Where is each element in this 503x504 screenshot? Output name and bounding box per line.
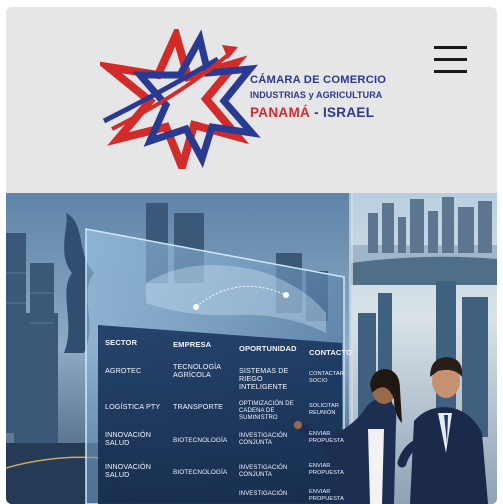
board-cell-contact: CONTACTAR SOCIO bbox=[309, 371, 344, 384]
board-cell-sector: AGROTEC bbox=[105, 366, 142, 375]
board-cell-contact: ENVIAR PROPUESTA bbox=[309, 463, 344, 476]
board-cell-contact: ENVIAR PROPUESTA bbox=[309, 431, 344, 444]
board-cell-sector: LOGÍSTICA PTY bbox=[105, 402, 161, 411]
logo-star-blue bbox=[132, 29, 261, 169]
hamburger-menu-icon[interactable] bbox=[429, 40, 469, 80]
board-cell-sector: INNOVACIÓN SALUD bbox=[105, 430, 151, 447]
site-header: CÁMARA DE COMERCIO INDUSTRIAS y AGRICULT… bbox=[6, 7, 497, 193]
country-panama: PANAMÁ bbox=[250, 105, 311, 121]
board-header-company: EMPRESA bbox=[173, 340, 212, 349]
page-frame: CÁMARA DE COMERCIO INDUSTRIAS y AGRICULT… bbox=[6, 7, 497, 504]
menu-bar-3 bbox=[434, 70, 467, 73]
board-cell-opportunity: INVESTIGACIÓN CONJUNTA bbox=[239, 433, 288, 446]
logo-star-red bbox=[100, 29, 250, 169]
board-cell-company: TECNOLOGÍA AGRÍCOLA bbox=[173, 362, 221, 379]
board-header-opportunity: OPORTUNIDAD bbox=[239, 344, 297, 353]
menu-bar-2 bbox=[434, 58, 467, 61]
country-israel: ISRAEL bbox=[322, 105, 375, 121]
board-cell-opportunity: OPTIMIZACIÓN DE CADENA DE SUMINISTRO bbox=[239, 401, 294, 421]
org-name: CÁMARA DE COMERCIO INDUSTRIAS y AGRICULT… bbox=[250, 74, 387, 120]
board-cell-contact: SOLICITAR REUNIÓN bbox=[309, 403, 340, 416]
opportunity-board: SECTOR EMPRESA OPORTUNIDAD CONTACTO AGRO… bbox=[101, 333, 353, 504]
board-cell-opportunity: SISTEMAS DE RIEGO INTELIGENTE bbox=[239, 366, 289, 391]
board-header-contact: CONTACTO bbox=[309, 348, 353, 357]
board-cell-company: BIOTECNOLOGÍA bbox=[173, 469, 228, 476]
board-header-sector: SECTOR bbox=[105, 338, 138, 347]
hero-image: SECTOR EMPRESA OPORTUNIDAD CONTACTO AGRO… bbox=[6, 193, 497, 504]
org-name-line1: CÁMARA DE COMERCIO bbox=[250, 74, 387, 86]
menu-bar-1 bbox=[434, 46, 467, 49]
board-cell-opportunity: INVESTIGACIÓN CONJUNTA bbox=[239, 465, 288, 478]
org-countries: PANAMÁ - ISRAEL bbox=[250, 106, 386, 120]
board-cell-company: TRANSPORTE bbox=[173, 402, 223, 411]
board-cell-opportunity: INVESTIGACIÓN bbox=[239, 491, 288, 497]
board-cell-company: BIOTECNOLOGÍA bbox=[173, 437, 228, 444]
country-separator: - bbox=[310, 105, 323, 121]
org-name-line2: INDUSTRIAS y AGRICULTURA bbox=[250, 90, 383, 101]
board-cell-contact: ENVIAR PROPUESTA bbox=[309, 489, 344, 502]
board-cell-sector: INNOVACIÓN SALUD bbox=[105, 462, 151, 479]
